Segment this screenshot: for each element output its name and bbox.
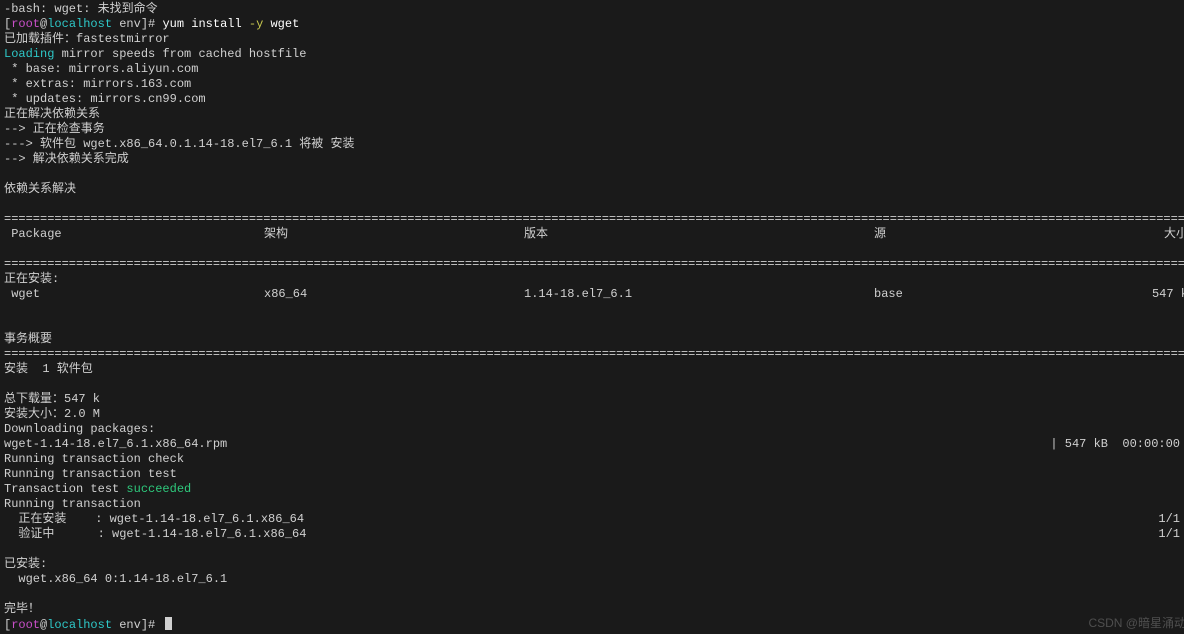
cursor xyxy=(165,617,172,630)
line: 已加载插件：fastestmirror xyxy=(4,32,170,46)
line: 总下载量：547 k xyxy=(4,392,100,406)
status-succeeded: succeeded xyxy=(126,482,191,496)
arg: wget xyxy=(263,17,299,31)
col-arch: 架构 xyxy=(264,227,524,242)
line: * extras: mirrors.163.com xyxy=(4,77,191,91)
col-package: Package xyxy=(4,227,264,242)
line: 完毕！ xyxy=(4,602,40,616)
line: Transaction test succeeded xyxy=(4,482,191,496)
line: Running transaction check xyxy=(4,452,184,466)
line: 事务概要 xyxy=(4,332,52,346)
line: 正在解决依赖关系 xyxy=(4,107,100,121)
line: -bash: wget: 未找到命令 xyxy=(4,2,158,16)
divider: ========================================… xyxy=(4,347,1184,361)
line: --> 解决依赖关系完成 xyxy=(4,152,129,166)
bracket: ]# xyxy=(141,17,163,31)
pkg-source: base xyxy=(874,287,1128,302)
pkg-size: 547 k xyxy=(1128,287,1184,302)
user: root xyxy=(11,618,40,632)
user: root xyxy=(11,17,40,31)
divider: ========================================… xyxy=(4,212,1184,226)
host: localhost xyxy=(47,17,112,31)
line: * base: mirrors.aliyun.com xyxy=(4,62,198,76)
terminal-window[interactable]: -bash: wget: 未找到命令 [root@localhost env]#… xyxy=(0,0,1184,634)
line: Running transaction test xyxy=(4,467,177,481)
line: 安装大小：2.0 M xyxy=(4,407,100,421)
watermark: CSDN @暗星涌动 xyxy=(1088,616,1184,631)
table-header: Package架构版本源大小 xyxy=(4,227,1184,242)
progress-line: 正在安装 : wget-1.14-18.el7_6.1.x86_641/1 xyxy=(4,512,304,526)
line: 依赖关系解决 xyxy=(4,182,76,196)
cwd: env xyxy=(112,618,141,632)
download-line: wget-1.14-18.el7_6.1.x86_64.rpm| 547 kB … xyxy=(4,437,227,451)
line: Loading mirror speeds from cached hostfi… xyxy=(4,47,306,61)
line: Downloading packages: xyxy=(4,422,155,436)
line: 安装 1 软件包 xyxy=(4,362,93,376)
progress-line: 验证中 : wget-1.14-18.el7_6.1.x86_641/1 xyxy=(4,527,306,541)
line: * updates: mirrors.cn99.com xyxy=(4,92,206,106)
divider: ========================================… xyxy=(4,257,1184,271)
section-installing: 正在安装: xyxy=(4,272,59,286)
line: Running transaction xyxy=(4,497,141,511)
host: localhost xyxy=(47,618,112,632)
progress-count: 1/1 xyxy=(1158,527,1180,542)
section-installed: 已安装: xyxy=(4,557,47,571)
col-source: 源 xyxy=(874,227,1128,242)
prompt-line[interactable]: [root@localhost env]# yum install -y wge… xyxy=(4,17,299,31)
pkg-arch: x86_64 xyxy=(264,287,524,302)
prompt-line[interactable]: [root@localhost env]# xyxy=(4,618,172,632)
command: yum install xyxy=(162,17,248,31)
table-row: wgetx86_641.14-18.el7_6.1base547 k xyxy=(4,287,1184,302)
pkg-name: wget xyxy=(4,287,264,302)
pkg-version: 1.14-18.el7_6.1 xyxy=(524,287,874,302)
terminal-output: -bash: wget: 未找到命令 [root@localhost env]#… xyxy=(4,2,1184,633)
col-size: 大小 xyxy=(1128,227,1184,242)
line: wget.x86_64 0:1.14-18.el7_6.1 xyxy=(4,572,227,586)
download-stats: | 547 kB 00:00:00 xyxy=(1050,437,1180,452)
bracket: ]# xyxy=(141,618,163,632)
line: --> 正在检查事务 xyxy=(4,122,105,136)
progress-count: 1/1 xyxy=(1158,512,1180,527)
line: ---> 软件包 wget.x86_64.0.1.14-18.el7_6.1 将… xyxy=(4,137,354,151)
flag: -y xyxy=(249,17,263,31)
cwd: env xyxy=(112,17,141,31)
col-version: 版本 xyxy=(524,227,874,242)
